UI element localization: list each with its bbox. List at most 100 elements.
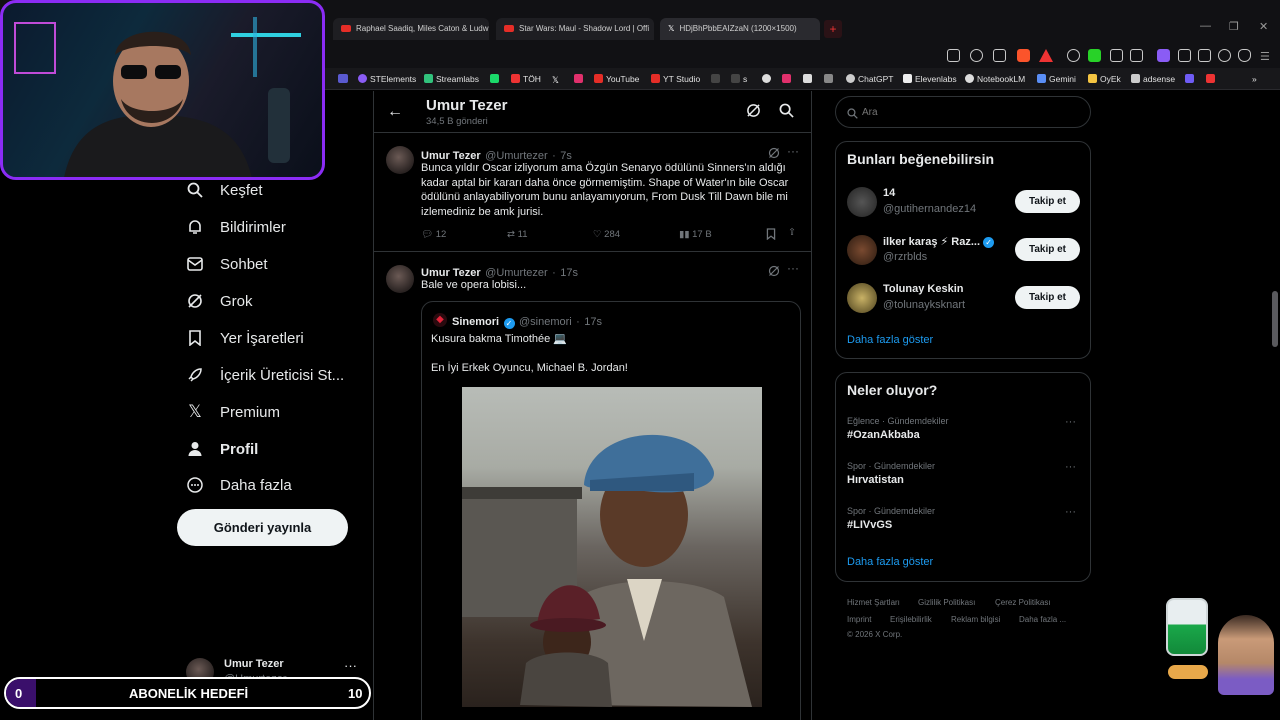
suggested-user[interactable]: 14 @gutihernandez14 Takip et (847, 184, 1081, 218)
footer-link[interactable]: Gizlilik Politikası (918, 598, 975, 607)
screen-icon[interactable] (947, 49, 960, 62)
bookmark[interactable] (762, 74, 774, 84)
more-icon[interactable]: ··· (1065, 506, 1076, 518)
bookmark[interactable]: TÖH (511, 74, 541, 84)
bookmark[interactable]: Streamlabs (424, 74, 479, 84)
footer-link[interactable]: Hizmet Şartları (847, 598, 900, 607)
rewards-icon[interactable] (1039, 49, 1053, 62)
wallet-icon[interactable] (1198, 49, 1211, 62)
close-icon[interactable]: ✕ (1259, 20, 1268, 33)
trend-item[interactable]: Spor · Gündemdekiler #LIVvGS ··· (847, 506, 1081, 538)
reply-action[interactable]: 💬︎ 12 (421, 229, 446, 240)
search-input[interactable] (862, 104, 1072, 120)
bookmark[interactable] (1185, 74, 1197, 84)
footer-link[interactable]: Daha fazla ... (1019, 615, 1066, 624)
bookmark[interactable] (490, 74, 502, 84)
retweet-action[interactable]: ⇄ 11 (507, 229, 527, 240)
nav-item-chat[interactable]: Sohbet (186, 255, 268, 273)
sidebar-icon[interactable] (1178, 49, 1191, 62)
browser-tab-active[interactable]: 𝕏 HDjBhPbbEAIZzaN (1200×1500) (660, 18, 820, 40)
show-more-link[interactable]: Daha fazla göster (847, 334, 933, 346)
tweet-time[interactable]: 17s (560, 267, 578, 279)
suggested-user[interactable]: ilker karaş ⚡ Raz... ✓ @rzrblds Takip et (847, 232, 1081, 266)
bookmark[interactable] (1206, 74, 1218, 84)
tweet[interactable]: Umur Tezer @Umurtezer · 17s ··· Bale ve … (374, 253, 812, 720)
bookmark[interactable] (803, 74, 815, 84)
zoom-icon[interactable] (970, 49, 983, 62)
more-bookmarks-icon[interactable]: » (1252, 74, 1257, 84)
brave-shield-icon[interactable] (1017, 49, 1030, 62)
more-icon[interactable]: ··· (1065, 461, 1076, 473)
show-more-link[interactable]: Daha fazla göster (847, 556, 933, 568)
new-tab-button[interactable]: + (824, 20, 842, 38)
search-box[interactable] (835, 96, 1091, 128)
nav-item-grok[interactable]: Grok (186, 292, 253, 310)
bookmark[interactable]: STElements (358, 74, 416, 84)
footer-link[interactable]: Reklam bilgisi (951, 615, 1000, 624)
quote-tweet[interactable]: ◆ Sinemori ✓ @sinemori · 17s Kusura bakm… (421, 301, 801, 720)
scrollbar-thumb[interactable] (1272, 291, 1278, 347)
bookmark[interactable]: YT Studio (651, 74, 700, 84)
grok-icon[interactable] (768, 264, 780, 282)
share-icon[interactable] (993, 49, 1006, 62)
more-icon[interactable]: ··· (344, 658, 357, 673)
browser-tab[interactable]: Raphael Saadiq, Miles Caton & Ludw (333, 18, 489, 40)
post-button[interactable]: Gönderi yayınla (177, 509, 348, 546)
more-icon[interactable]: ··· (787, 261, 799, 275)
follow-button[interactable]: Takip et (1015, 238, 1080, 261)
bookmark[interactable] (782, 74, 794, 84)
browser-tab[interactable]: Star Wars: Maul - Shadow Lord | Offi (496, 18, 654, 40)
nav-item-profile[interactable]: Profil (186, 440, 258, 458)
nav-item-bookmarks[interactable]: Yer İşaretleri (186, 329, 304, 347)
suggested-user[interactable]: Tolunay Keskin @tolunayksknart Takip et (847, 280, 1081, 314)
refresh-icon[interactable] (746, 103, 761, 123)
footer-link[interactable]: Çerez Politikası (995, 598, 1051, 607)
more-icon[interactable]: ··· (787, 144, 799, 158)
heart-icon: ♡ (593, 229, 602, 240)
views-action[interactable]: ▮▮ 17 B (679, 229, 712, 240)
follow-button[interactable]: Takip et (1015, 190, 1080, 213)
trend-item[interactable]: Eğlence · Gündemdekiler #OzanAkbaba ··· (847, 416, 1081, 448)
share-icon[interactable]: ⇪ (788, 227, 796, 238)
bookmark[interactable]: Gemini (1037, 74, 1076, 84)
bookmark[interactable]: Elevenlabs (903, 74, 957, 84)
bookmark-icon[interactable] (766, 228, 776, 243)
extension-icon[interactable] (1088, 49, 1101, 62)
tweet[interactable]: Umur Tezer @Umurtezer · 7s ··· Bunca yıl… (374, 134, 812, 252)
retweet-icon: ⇄ (507, 229, 515, 240)
like-action[interactable]: ♡ 284 (593, 229, 620, 240)
bookmark[interactable] (824, 74, 836, 84)
bookmark[interactable]: adsense (1131, 74, 1175, 84)
vpn-icon[interactable] (1238, 49, 1251, 62)
nav-item-explore[interactable]: Keşfet (186, 181, 263, 199)
minimize-icon[interactable]: — (1200, 20, 1211, 32)
bookmark[interactable] (711, 74, 723, 84)
bookmark[interactable] (338, 74, 351, 84)
nav-item-premium[interactable]: 𝕏 Premium (186, 402, 280, 421)
extension-icon[interactable] (1130, 49, 1143, 62)
extension-icon[interactable] (1110, 49, 1123, 62)
bookmark[interactable]: ChatGPT (846, 74, 893, 84)
back-icon[interactable]: ← (387, 103, 403, 121)
quote-media-image[interactable] (462, 387, 762, 707)
bookmark[interactable]: 𝕏 (552, 74, 562, 85)
bookmark[interactable]: s (731, 74, 747, 84)
leo-icon[interactable] (1218, 49, 1231, 62)
follow-button[interactable]: Takip et (1015, 286, 1080, 309)
nav-item-notifications[interactable]: Bildirimler (186, 218, 286, 236)
trend-item[interactable]: Spor · Gündemdekiler Hırvatistan ··· (847, 461, 1081, 493)
extension-icon[interactable] (1157, 49, 1170, 62)
extension-icon[interactable] (1067, 49, 1080, 62)
search-icon[interactable] (779, 103, 794, 123)
bookmark[interactable]: YouTube (594, 74, 639, 84)
bookmark[interactable] (574, 74, 586, 84)
bookmark[interactable]: OyEk (1088, 74, 1121, 84)
more-icon[interactable]: ··· (1065, 416, 1076, 428)
menu-icon[interactable]: ☰ (1260, 50, 1270, 63)
nav-item-creator-studio[interactable]: İçerik Üreticisi St... (186, 366, 344, 384)
bookmark[interactable]: NotebookLM (965, 74, 1025, 84)
maximize-icon[interactable]: ❐ (1229, 20, 1239, 33)
footer-link[interactable]: Imprint (847, 615, 871, 624)
footer-link[interactable]: Erişilebilirlik (890, 615, 932, 624)
nav-item-more[interactable]: Daha fazla (186, 476, 292, 494)
